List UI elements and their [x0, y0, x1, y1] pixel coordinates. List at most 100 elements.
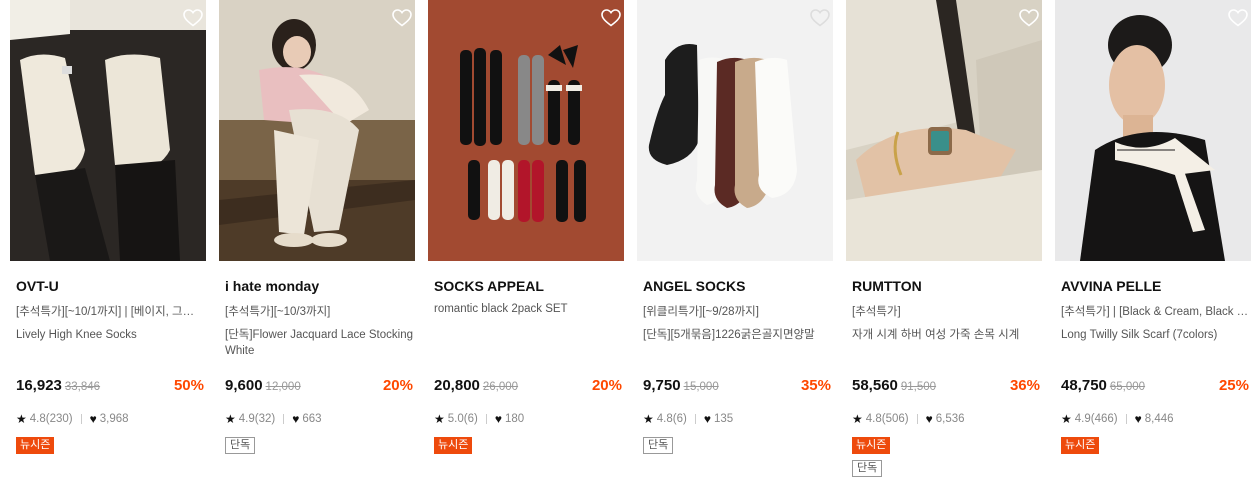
divider [1125, 414, 1127, 424]
likes-count: 6,536 [935, 413, 965, 425]
likes-count: 135 [713, 413, 734, 425]
product-stats: ★ 4.9(466) ♥ 8,446 [1061, 412, 1174, 426]
product-image[interactable] [846, 0, 1042, 261]
product-card[interactable]: AVVINA PELLE [추석특가] | [Black & Cream, Bl… [1055, 0, 1251, 480]
rating-text: 4.8(230) [29, 413, 73, 425]
original-price: 26,000 [482, 381, 519, 393]
product-stats: ★ 4.8(6) ♥ 135 [643, 412, 733, 426]
price-row: 16,923 33,846 50% [16, 377, 206, 397]
wishlist-heart-icon[interactable] [1228, 9, 1248, 27]
heart-filled-icon: ♥ [89, 412, 97, 426]
sale-price: 48,750 [1061, 377, 1107, 394]
likes-count: 663 [302, 413, 322, 425]
product-stats: ★ 4.9(32) ♥ 663 [225, 412, 322, 426]
brand-name[interactable]: ANGEL SOCKS [643, 278, 745, 294]
product-card[interactable]: SOCKS APPEAL romantic black 2pack SET 20… [428, 0, 624, 480]
discount-rate: 20% [382, 377, 413, 394]
product-image[interactable] [428, 0, 624, 261]
likes-count: 180 [504, 413, 525, 425]
likes-count: 8,446 [1144, 413, 1174, 425]
product-card[interactable]: i hate monday [추석특가][~10/3까지] [단독]Flower… [219, 0, 415, 480]
new-season-badge: 뉴시즌 [1061, 437, 1100, 454]
divider [80, 414, 82, 424]
price-row: 20,800 26,000 20% [434, 377, 624, 397]
promo-text: [추석특가][~10/3까지] [225, 306, 331, 318]
promo-text: [추석특가] | [Black & Cream, Black … [1061, 306, 1249, 318]
promo-text: romantic black 2pack SET [434, 303, 568, 315]
product-name[interactable]: 자개 시계 하버 여성 가죽 손목 시계 [852, 327, 1042, 343]
sale-price: 20,800 [434, 377, 480, 394]
wishlist-heart-icon[interactable] [183, 9, 203, 27]
new-season-badge: 뉴시즌 [434, 437, 473, 454]
brand-name[interactable]: OVT-U [16, 278, 59, 294]
product-image[interactable] [10, 0, 206, 261]
wishlist-heart-icon[interactable] [601, 9, 621, 27]
star-icon: ★ [852, 412, 863, 426]
product-name[interactable]: Long Twilly Silk Scarf (7colors) [1061, 327, 1251, 343]
brand-name[interactable]: AVVINA PELLE [1061, 278, 1161, 294]
brand-name[interactable]: i hate monday [225, 278, 319, 294]
promo-text: [추석특가][~10/1까지] | [베이지, 그레… [16, 306, 204, 318]
rating-text: 4.8(6) [656, 413, 687, 425]
product-name[interactable]: [단독][5개묶음]1226굵은골지면양말 [643, 327, 833, 343]
product-card[interactable]: RUMTTON [추석특가] 자개 시계 하버 여성 가죽 손목 시계 58,5… [846, 0, 1042, 480]
promo-text: [위클리특가][~9/28까지] [643, 306, 759, 318]
rating-text: 4.9(466) [1074, 413, 1118, 425]
sale-price: 9,750 [643, 377, 681, 394]
heart-filled-icon: ♥ [1134, 412, 1142, 426]
product-stats: ★ 4.8(506) ♥ 6,536 [852, 412, 965, 426]
product-image[interactable] [219, 0, 415, 261]
brand-name[interactable]: SOCKS APPEAL [434, 278, 544, 294]
price-row: 9,750 15,000 35% [643, 377, 833, 397]
heart-filled-icon: ♥ [703, 412, 711, 426]
product-name[interactable]: Lively High Knee Socks [16, 327, 206, 343]
new-season-badge: 뉴시즌 [852, 437, 891, 454]
sale-price: 9,600 [225, 377, 263, 394]
discount-rate: 25% [1218, 377, 1249, 394]
heart-filled-icon: ♥ [494, 412, 502, 426]
exclusive-badge: 단독 [852, 460, 883, 477]
discount-rate: 20% [591, 377, 622, 394]
product-name[interactable]: [단독]Flower Jacquard Lace Stocking White [225, 327, 415, 359]
rating-text: 4.8(506) [865, 413, 909, 425]
divider [916, 414, 918, 424]
sale-price: 58,560 [852, 377, 898, 394]
divider [485, 414, 487, 424]
star-icon: ★ [16, 412, 27, 426]
star-icon: ★ [1061, 412, 1072, 426]
product-card[interactable]: ANGEL SOCKS [위클리특가][~9/28까지] [단독][5개묶음]1… [637, 0, 833, 480]
rating-text: 4.9(32) [238, 413, 276, 425]
original-price: 33,846 [64, 381, 101, 393]
product-image[interactable] [637, 0, 833, 261]
original-price: 91,500 [900, 381, 937, 393]
price-row: 58,560 91,500 36% [852, 377, 1042, 397]
heart-filled-icon: ♥ [292, 412, 300, 426]
divider [283, 414, 285, 424]
exclusive-badge: 단독 [225, 437, 256, 454]
star-icon: ★ [225, 412, 236, 426]
discount-rate: 35% [800, 377, 831, 394]
product-stats: ★ 4.8(230) ♥ 3,968 [16, 412, 129, 426]
wishlist-heart-icon[interactable] [1019, 9, 1039, 27]
new-season-badge: 뉴시즌 [16, 437, 55, 454]
product-image[interactable] [1055, 0, 1251, 261]
divider [694, 414, 696, 424]
original-price: 15,000 [683, 381, 719, 393]
rating-text: 5.0(6) [447, 413, 478, 425]
star-icon: ★ [434, 412, 445, 426]
product-stats: ★ 5.0(6) ♥ 180 [434, 412, 524, 426]
likes-count: 3,968 [99, 413, 129, 425]
original-price: 12,000 [265, 381, 301, 393]
price-row: 48,750 65,000 25% [1061, 377, 1251, 397]
brand-name[interactable]: RUMTTON [852, 278, 922, 294]
product-card[interactable]: OVT-U [추석특가][~10/1까지] | [베이지, 그레… Lively… [10, 0, 206, 480]
discount-rate: 50% [173, 377, 204, 394]
star-icon: ★ [643, 412, 654, 426]
heart-filled-icon: ♥ [925, 412, 933, 426]
price-row: 9,600 12,000 20% [225, 377, 415, 397]
sale-price: 16,923 [16, 377, 62, 394]
exclusive-badge: 단독 [643, 437, 674, 454]
wishlist-heart-icon[interactable] [810, 9, 830, 27]
wishlist-heart-icon[interactable] [392, 9, 412, 27]
discount-rate: 36% [1009, 377, 1040, 394]
